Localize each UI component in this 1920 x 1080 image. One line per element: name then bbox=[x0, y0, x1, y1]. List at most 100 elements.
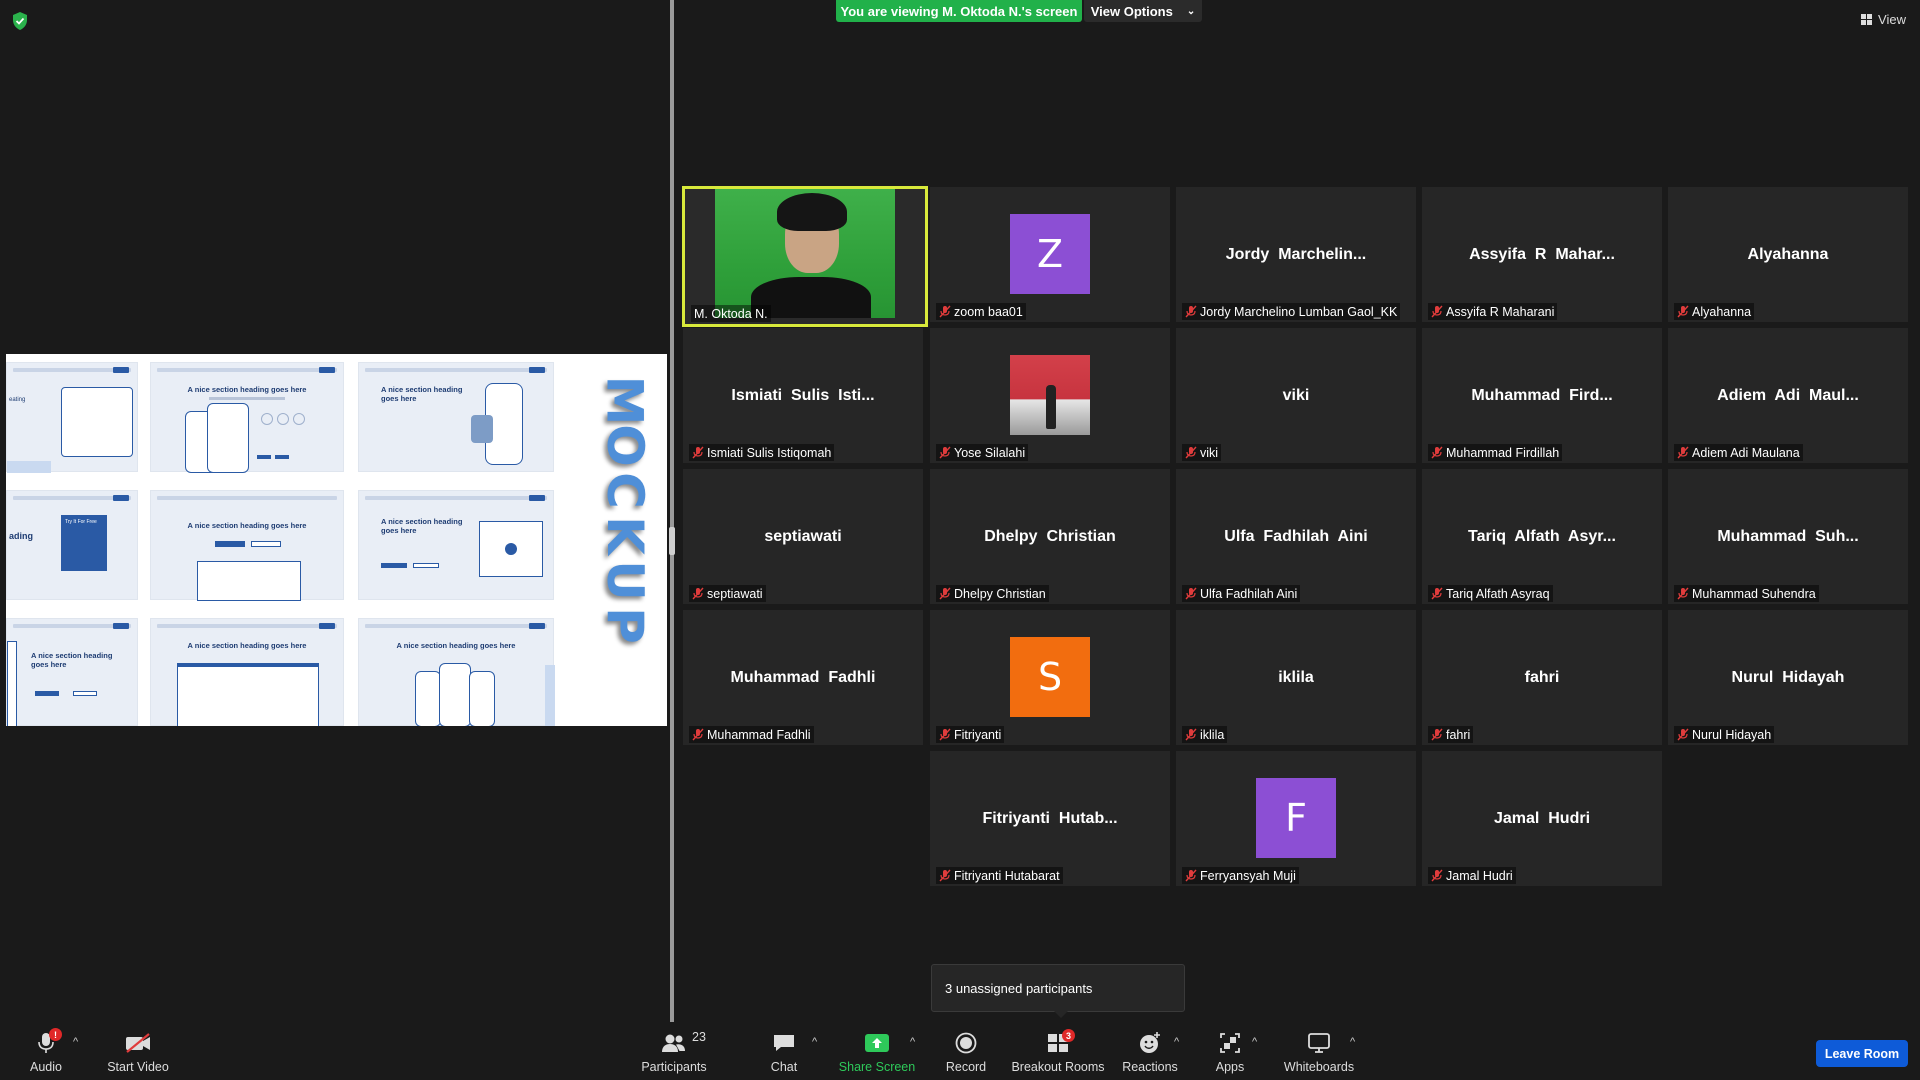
view-button[interactable]: View bbox=[1861, 12, 1906, 27]
muted-microphone-icon bbox=[1185, 305, 1197, 318]
viewing-screen-banner: You are viewing M. Oktoda N.'s screen bbox=[836, 0, 1082, 22]
participant-name: Muhammad Suhendra bbox=[1692, 586, 1816, 601]
participant-tile[interactable]: septiawati septiawati bbox=[683, 469, 923, 604]
participant-display-name: Assyifa R Mahar... bbox=[1469, 245, 1615, 263]
participant-tile[interactable]: Adiem Adi Maul... Adiem Adi Maulana bbox=[1668, 328, 1908, 463]
start-video-button[interactable]: Start Video bbox=[106, 1022, 170, 1080]
participant-name-label: Ismiati Sulis Istiqomah bbox=[689, 444, 835, 461]
participant-tile[interactable]: iklila iklila bbox=[1176, 610, 1416, 745]
participant-name-label: Yose Silalahi bbox=[936, 444, 1029, 461]
participant-name-label: Fitriyanti bbox=[936, 726, 1005, 743]
apps-button[interactable]: Apps bbox=[1210, 1022, 1250, 1080]
participant-tile[interactable]: Tariq Alfath Asyr... Tariq Alfath Asyraq bbox=[1422, 469, 1662, 604]
record-button[interactable]: Record bbox=[942, 1022, 990, 1080]
microphone-icon: ! bbox=[36, 1028, 62, 1056]
split-divider[interactable] bbox=[670, 0, 674, 1022]
audio-options-caret[interactable]: ^ bbox=[73, 1036, 78, 1048]
participant-name-label: Adiem Adi Maulana bbox=[1674, 444, 1803, 461]
participant-display-name: iklila bbox=[1278, 668, 1314, 686]
participant-name: Dhelpy Christian bbox=[954, 586, 1046, 601]
mockup-thumbnail: A nice section heading goes here bbox=[150, 490, 344, 601]
participant-tile[interactable]: Jamal Hudri Jamal Hudri bbox=[1422, 751, 1662, 886]
participant-tile[interactable]: Ulfa Fadhilah Aini Ulfa Fadhilah Aini bbox=[1176, 469, 1416, 604]
reactions-options-caret[interactable]: ^ bbox=[1174, 1036, 1179, 1048]
whiteboards-options-caret[interactable]: ^ bbox=[1350, 1036, 1355, 1048]
participant-tile[interactable]: Yose Silalahi bbox=[930, 328, 1170, 463]
participant-name-label: Muhammad Fadhli bbox=[689, 726, 814, 743]
participant-tile[interactable]: Fitriyanti Hutab... Fitriyanti Hutabarat bbox=[930, 751, 1170, 886]
participants-button[interactable]: 23 Participants bbox=[638, 1022, 710, 1080]
participant-tile[interactable]: Muhammad Fird... Muhammad Firdillah bbox=[1422, 328, 1662, 463]
apps-icon bbox=[1218, 1030, 1242, 1056]
mockup-heading: A nice section heading goes here bbox=[187, 385, 307, 394]
viewing-banner-text: You are viewing M. Oktoda N.'s screen bbox=[840, 3, 1078, 19]
mockup-heading: A nice section heading goes here bbox=[31, 651, 113, 669]
participant-name: Assyifa R Maharani bbox=[1446, 304, 1555, 319]
view-options-button[interactable]: View Options ⌄ bbox=[1084, 0, 1202, 22]
participant-tile[interactable]: Ismiati Sulis Isti... Ismiati Sulis Istiq… bbox=[683, 328, 923, 463]
participant-display-name: Jamal Hudri bbox=[1493, 809, 1591, 827]
share-options-caret[interactable]: ^ bbox=[910, 1036, 915, 1048]
participant-tile[interactable]: Dhelpy Christian Dhelpy Christian bbox=[930, 469, 1170, 604]
muted-microphone-icon bbox=[1431, 728, 1443, 741]
participant-name-label: M. Oktoda N. bbox=[691, 305, 771, 322]
participant-display-name: Jordy Marchelin... bbox=[1225, 245, 1367, 263]
muted-microphone-icon bbox=[1677, 728, 1689, 741]
participant-name: viki bbox=[1200, 445, 1219, 460]
muted-microphone-icon bbox=[1677, 446, 1689, 459]
participant-tile[interactable]: Nurul Hidayah Nurul Hidayah bbox=[1668, 610, 1908, 745]
apps-options-caret[interactable]: ^ bbox=[1252, 1036, 1257, 1048]
audio-label: Audio bbox=[30, 1060, 62, 1074]
participant-display-name: septiawati bbox=[764, 527, 842, 545]
participant-name: Tariq Alfath Asyraq bbox=[1446, 586, 1550, 601]
divider-drag-handle[interactable] bbox=[669, 527, 675, 555]
zoom-meeting-window: You are viewing M. Oktoda N.'s screen Vi… bbox=[0, 0, 1920, 1080]
record-icon bbox=[954, 1030, 978, 1056]
participant-display-name: Dhelpy Christian bbox=[984, 527, 1116, 545]
participant-tile[interactable]: F Ferryansyah Muji bbox=[1176, 751, 1416, 886]
muted-microphone-icon bbox=[1185, 869, 1197, 882]
partial-text: Try It For Free bbox=[65, 519, 97, 525]
muted-microphone-icon bbox=[1431, 587, 1443, 600]
participant-tile[interactable]: Assyifa R Mahar... Assyifa R Maharani bbox=[1422, 187, 1662, 322]
participant-tile[interactable]: Muhammad Fadhli Muhammad Fadhli bbox=[683, 610, 923, 745]
audio-button[interactable]: ! Audio bbox=[22, 1022, 70, 1080]
whiteboards-button[interactable]: Whiteboards bbox=[1282, 1022, 1356, 1080]
participant-tile[interactable]: Muhammad Suh... Muhammad Suhendra bbox=[1668, 469, 1908, 604]
breakout-rooms-button[interactable]: 3 Breakout Rooms bbox=[1011, 1022, 1105, 1080]
participant-tile[interactable]: M. Oktoda N. bbox=[682, 186, 928, 327]
share-screen-icon bbox=[864, 1030, 890, 1056]
participant-tile[interactable]: fahri fahri bbox=[1422, 610, 1662, 745]
participant-display-name: Tariq Alfath Asyr... bbox=[1468, 527, 1616, 545]
share-screen-button[interactable]: Share Screen bbox=[838, 1022, 916, 1080]
chat-options-caret[interactable]: ^ bbox=[812, 1036, 817, 1048]
mockup-heading: A nice section heading goes here bbox=[396, 641, 516, 650]
participant-name: Ferryansyah Muji bbox=[1200, 868, 1296, 883]
share-screen-label: Share Screen bbox=[838, 1060, 916, 1074]
participant-name-label: Jamal Hudri bbox=[1428, 867, 1516, 884]
participant-tile[interactable]: Alyahanna Alyahanna bbox=[1668, 187, 1908, 322]
shared-screen-content[interactable]: eating A nice section heading goes here … bbox=[6, 354, 667, 726]
participant-name-label: fahri bbox=[1428, 726, 1474, 743]
participant-name: M. Oktoda N. bbox=[694, 306, 768, 321]
participant-tile[interactable]: Jordy Marchelin... Jordy Marchelino Lumba… bbox=[1176, 187, 1416, 322]
tooltip-text: 3 unassigned participants bbox=[945, 980, 1093, 996]
participant-name: Alyahanna bbox=[1692, 304, 1752, 319]
participant-name: Adiem Adi Maulana bbox=[1692, 445, 1800, 460]
participant-name: Muhammad Firdillah bbox=[1446, 445, 1560, 460]
participant-tile[interactable]: Zzoom baa01 bbox=[930, 187, 1170, 322]
mockup-thumbnail: A nice section heading goes here bbox=[150, 362, 344, 473]
chat-button[interactable]: Chat bbox=[764, 1022, 804, 1080]
participant-display-name: Ismiati Sulis Isti... bbox=[731, 386, 875, 404]
participant-tile[interactable]: viki viki bbox=[1176, 328, 1416, 463]
participant-display-name: Fitriyanti Hutab... bbox=[982, 809, 1118, 827]
participant-name: Fitriyanti Hutabarat bbox=[954, 868, 1060, 883]
participant-name: iklila bbox=[1200, 727, 1225, 742]
participant-name-label: viki bbox=[1182, 444, 1222, 461]
participant-display-name: Muhammad Fadhli bbox=[730, 668, 876, 686]
reactions-button[interactable]: Reactions bbox=[1122, 1022, 1178, 1080]
participant-name: septiawati bbox=[707, 586, 763, 601]
reactions-label: Reactions bbox=[1122, 1060, 1178, 1074]
leave-room-button[interactable]: Leave Room bbox=[1816, 1040, 1908, 1067]
participant-tile[interactable]: S Fitriyanti bbox=[930, 610, 1170, 745]
